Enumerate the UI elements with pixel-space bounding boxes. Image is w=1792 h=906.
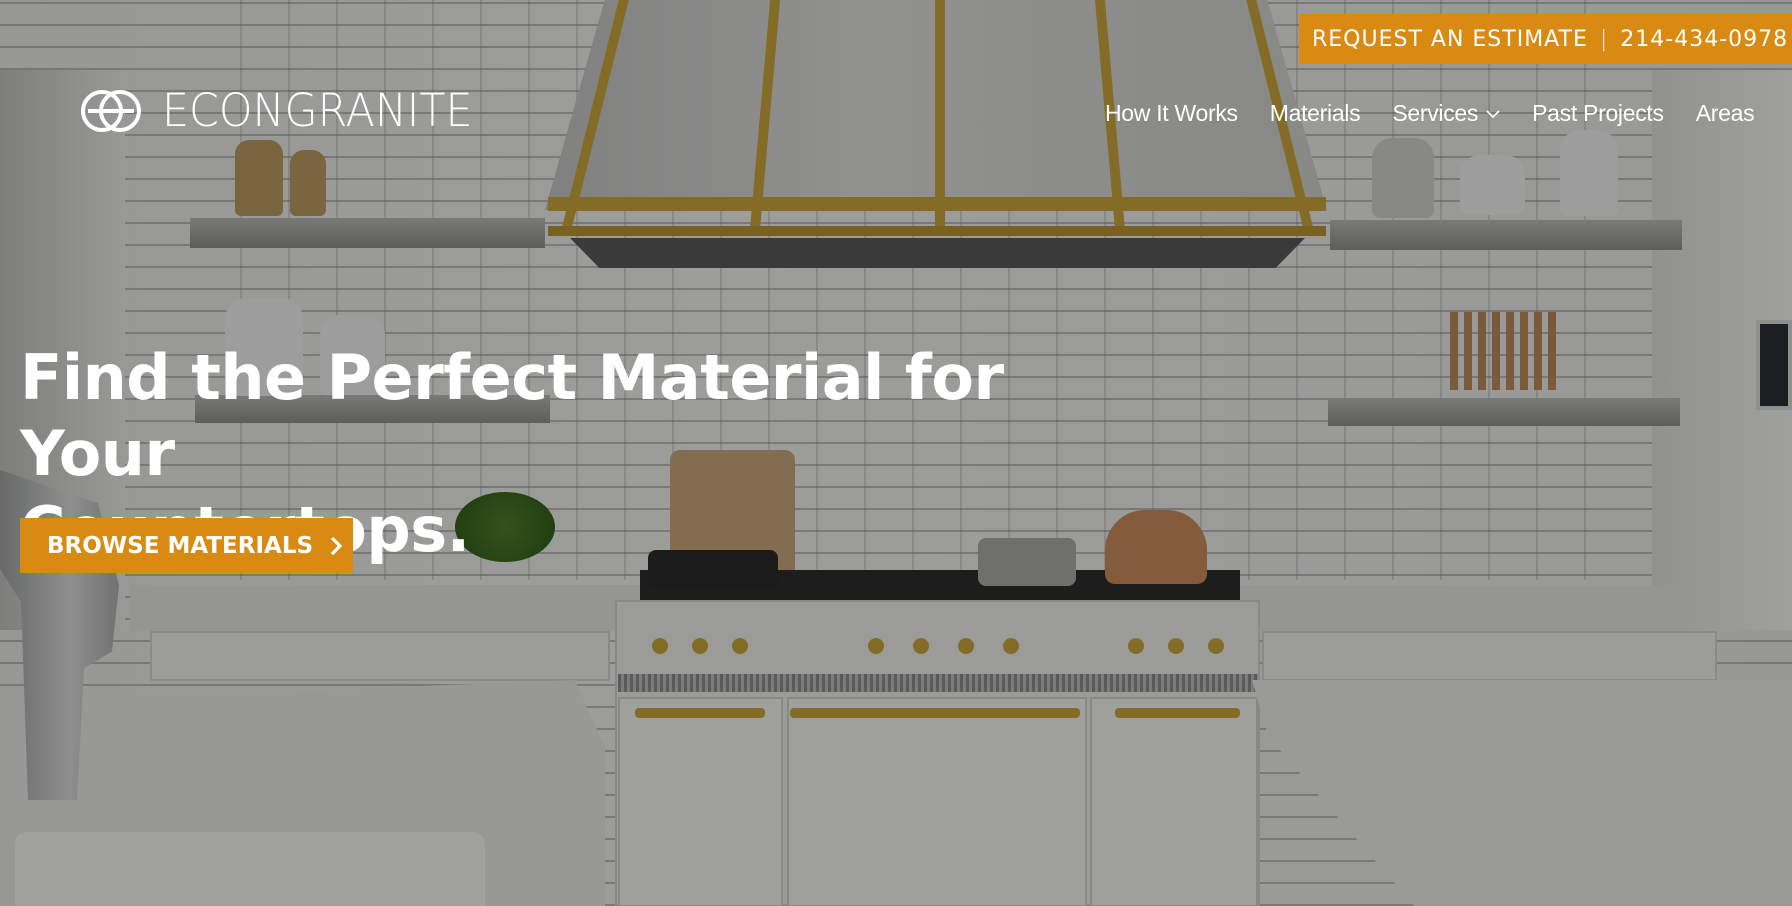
brand-name: ECONGRANITE — [162, 84, 473, 137]
nav-item-services[interactable]: Services — [1392, 100, 1500, 127]
nav-item-how-it-works[interactable]: How It Works — [1105, 100, 1238, 127]
nav-item-label: Services — [1392, 100, 1479, 126]
site-logo[interactable]: ECONGRANITE — [80, 84, 489, 137]
estimate-label: REQUEST AN ESTIMATE — [1312, 26, 1588, 52]
nav-item-past-projects[interactable]: Past Projects — [1532, 100, 1664, 127]
nav-item-label: Past Projects — [1532, 100, 1664, 126]
request-estimate-button[interactable]: REQUEST AN ESTIMATE | 214-434-0978 — [1299, 14, 1792, 64]
headline-line-1: Find the Perfect Material for Your — [20, 341, 1004, 490]
chevron-down-icon — [1486, 109, 1500, 118]
nav-item-materials[interactable]: Materials — [1270, 100, 1361, 127]
chevron-right-icon — [330, 536, 343, 555]
main-navigation: How It Works Materials Services Past Pro… — [1105, 100, 1786, 127]
browse-materials-button[interactable]: BROWSE MATERIALS — [20, 518, 353, 573]
nav-item-label: Materials — [1269, 100, 1361, 126]
nav-item-label: How It Works — [1105, 100, 1238, 126]
brand-logo-icon — [81, 89, 141, 132]
nav-item-areas[interactable]: Areas — [1696, 100, 1755, 127]
cta-label: BROWSE MATERIALS — [47, 532, 314, 559]
phone-number[interactable]: 214-434-0978 — [1620, 27, 1788, 52]
nav-item-label: Areas — [1695, 100, 1755, 126]
estimate-separator: | — [1599, 26, 1609, 52]
